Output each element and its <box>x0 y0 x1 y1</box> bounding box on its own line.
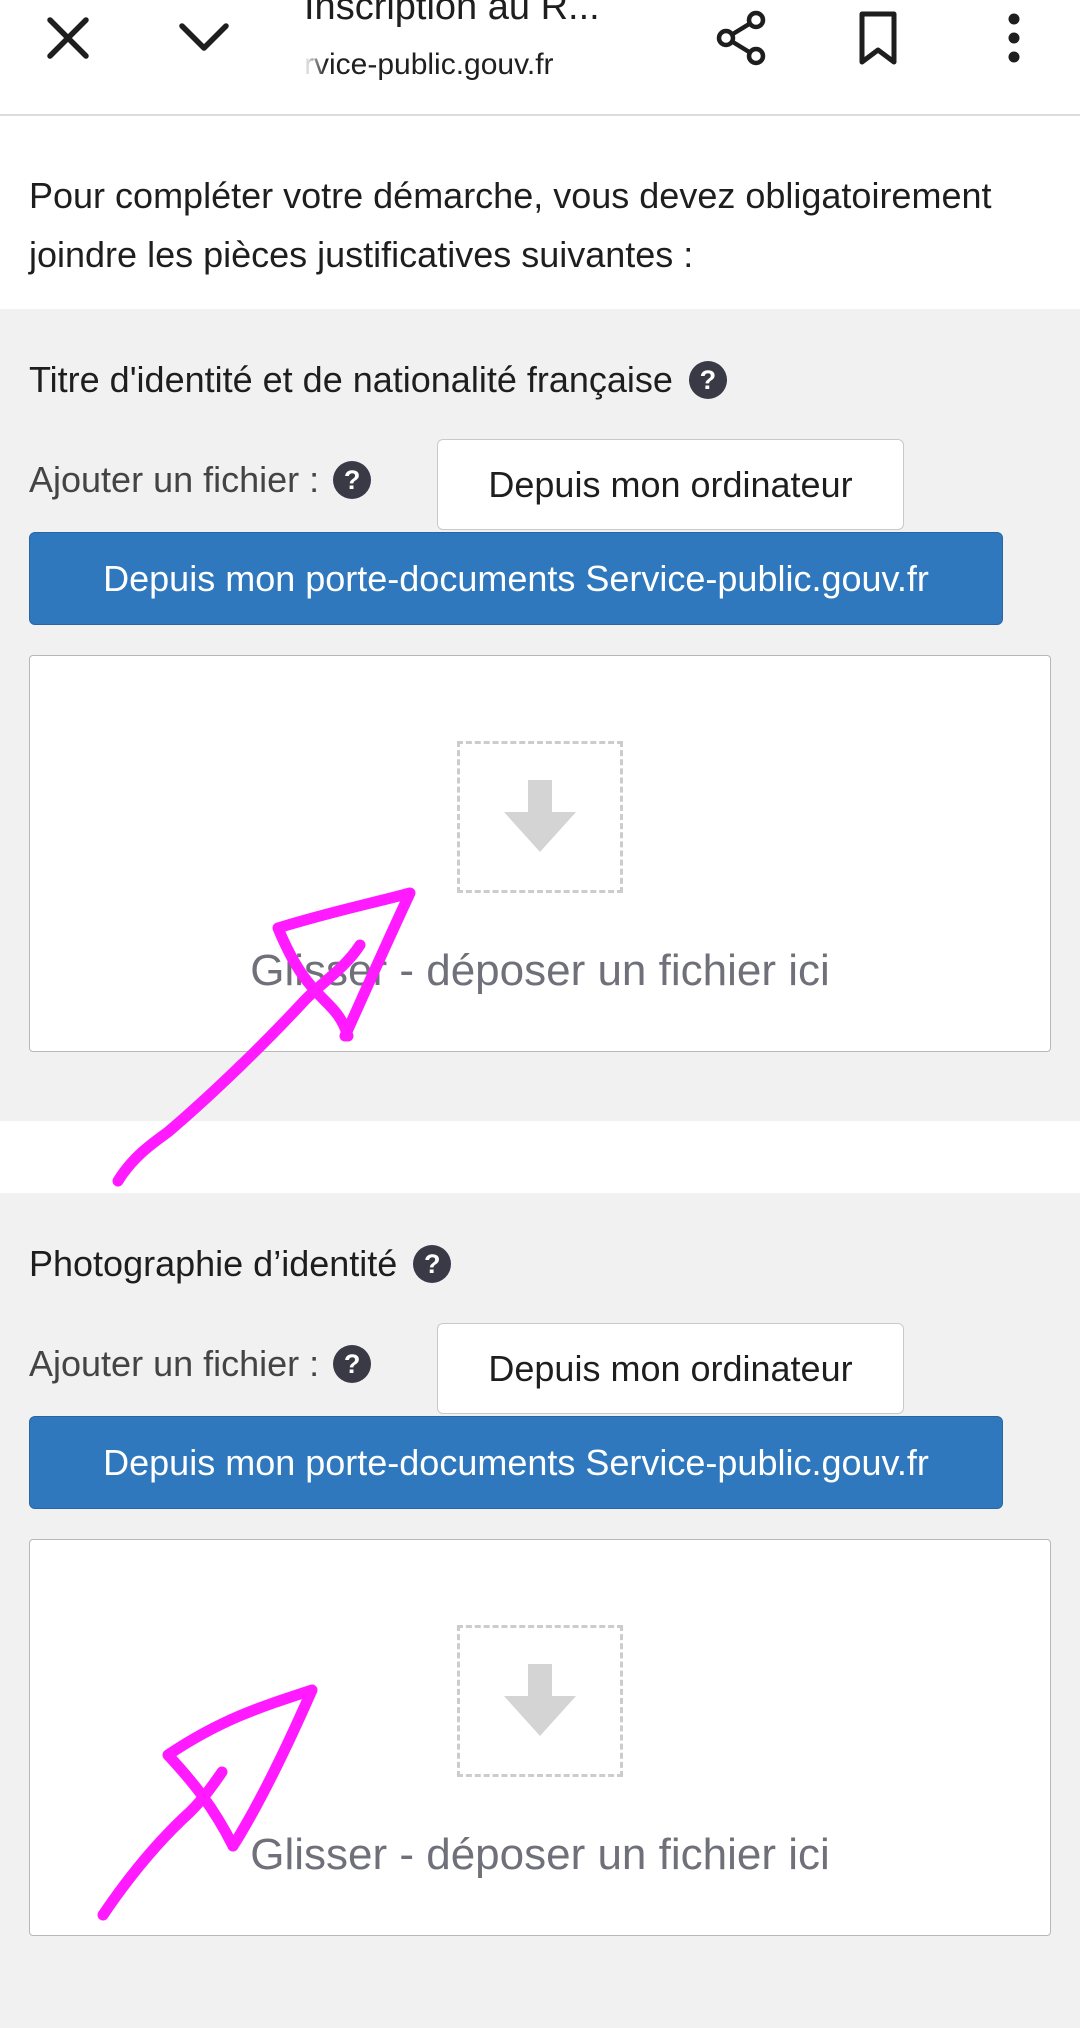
chevron-down-icon[interactable] <box>174 8 234 68</box>
document-section-photo: Photographie d’identité ? Ajouter un fic… <box>0 1193 1080 2028</box>
upload-from-portfolio-button[interactable]: Depuis mon porte-documents Service-publi… <box>29 532 1003 625</box>
bookmark-icon[interactable] <box>848 8 908 68</box>
help-icon[interactable]: ? <box>413 1245 452 1283</box>
share-icon[interactable] <box>712 8 772 68</box>
upload-from-computer-button[interactable]: Depuis mon ordinateur <box>437 439 904 530</box>
add-file-label: Ajouter un fichier : ? <box>29 1343 372 1385</box>
upload-from-portfolio-button[interactable]: Depuis mon porte-documents Service-publi… <box>29 1416 1003 1509</box>
upload-from-computer-button[interactable]: Depuis mon ordinateur <box>437 1323 904 1414</box>
add-file-label-text: Ajouter un fichier : <box>29 1343 320 1384</box>
more-vert-icon[interactable] <box>984 8 1044 68</box>
help-icon[interactable]: ? <box>688 361 727 399</box>
intro-text: Pour compléter votre démarche, vous deve… <box>29 175 992 275</box>
help-icon[interactable]: ? <box>333 1345 372 1383</box>
document-section-identity: Titre d'identité et de nationalité franç… <box>0 309 1080 1121</box>
section-label: Titre d'identité et de nationalité franç… <box>29 359 727 401</box>
section-label: Photographie d’identité ? <box>29 1243 452 1285</box>
add-file-label: Ajouter un fichier : ? <box>29 459 372 501</box>
section-label-text: Titre d'identité et de nationalité franç… <box>29 359 673 400</box>
file-dropzone[interactable]: Glisser - déposer un fichier ici <box>29 1539 1051 1936</box>
page-url[interactable]: rvice-public.gouv.fr <box>304 48 554 82</box>
dropzone-text: Glisser - déposer un fichier ici <box>250 1830 830 1879</box>
file-dropzone[interactable]: Glisser - déposer un fichier ici <box>29 655 1051 1052</box>
dropzone-text: Glisser - déposer un fichier ici <box>250 946 830 995</box>
add-file-label-text: Ajouter un fichier : <box>29 459 320 500</box>
help-icon[interactable]: ? <box>333 461 372 499</box>
section-label-text: Photographie d’identité <box>29 1243 398 1284</box>
browser-top-bar: Inscription au R... rvice-public.gouv.fr <box>0 0 1080 116</box>
download-arrow-icon <box>457 1625 623 1777</box>
page-title: Inscription au R... <box>304 0 600 28</box>
download-arrow-icon <box>457 741 623 893</box>
close-icon[interactable] <box>38 8 98 68</box>
